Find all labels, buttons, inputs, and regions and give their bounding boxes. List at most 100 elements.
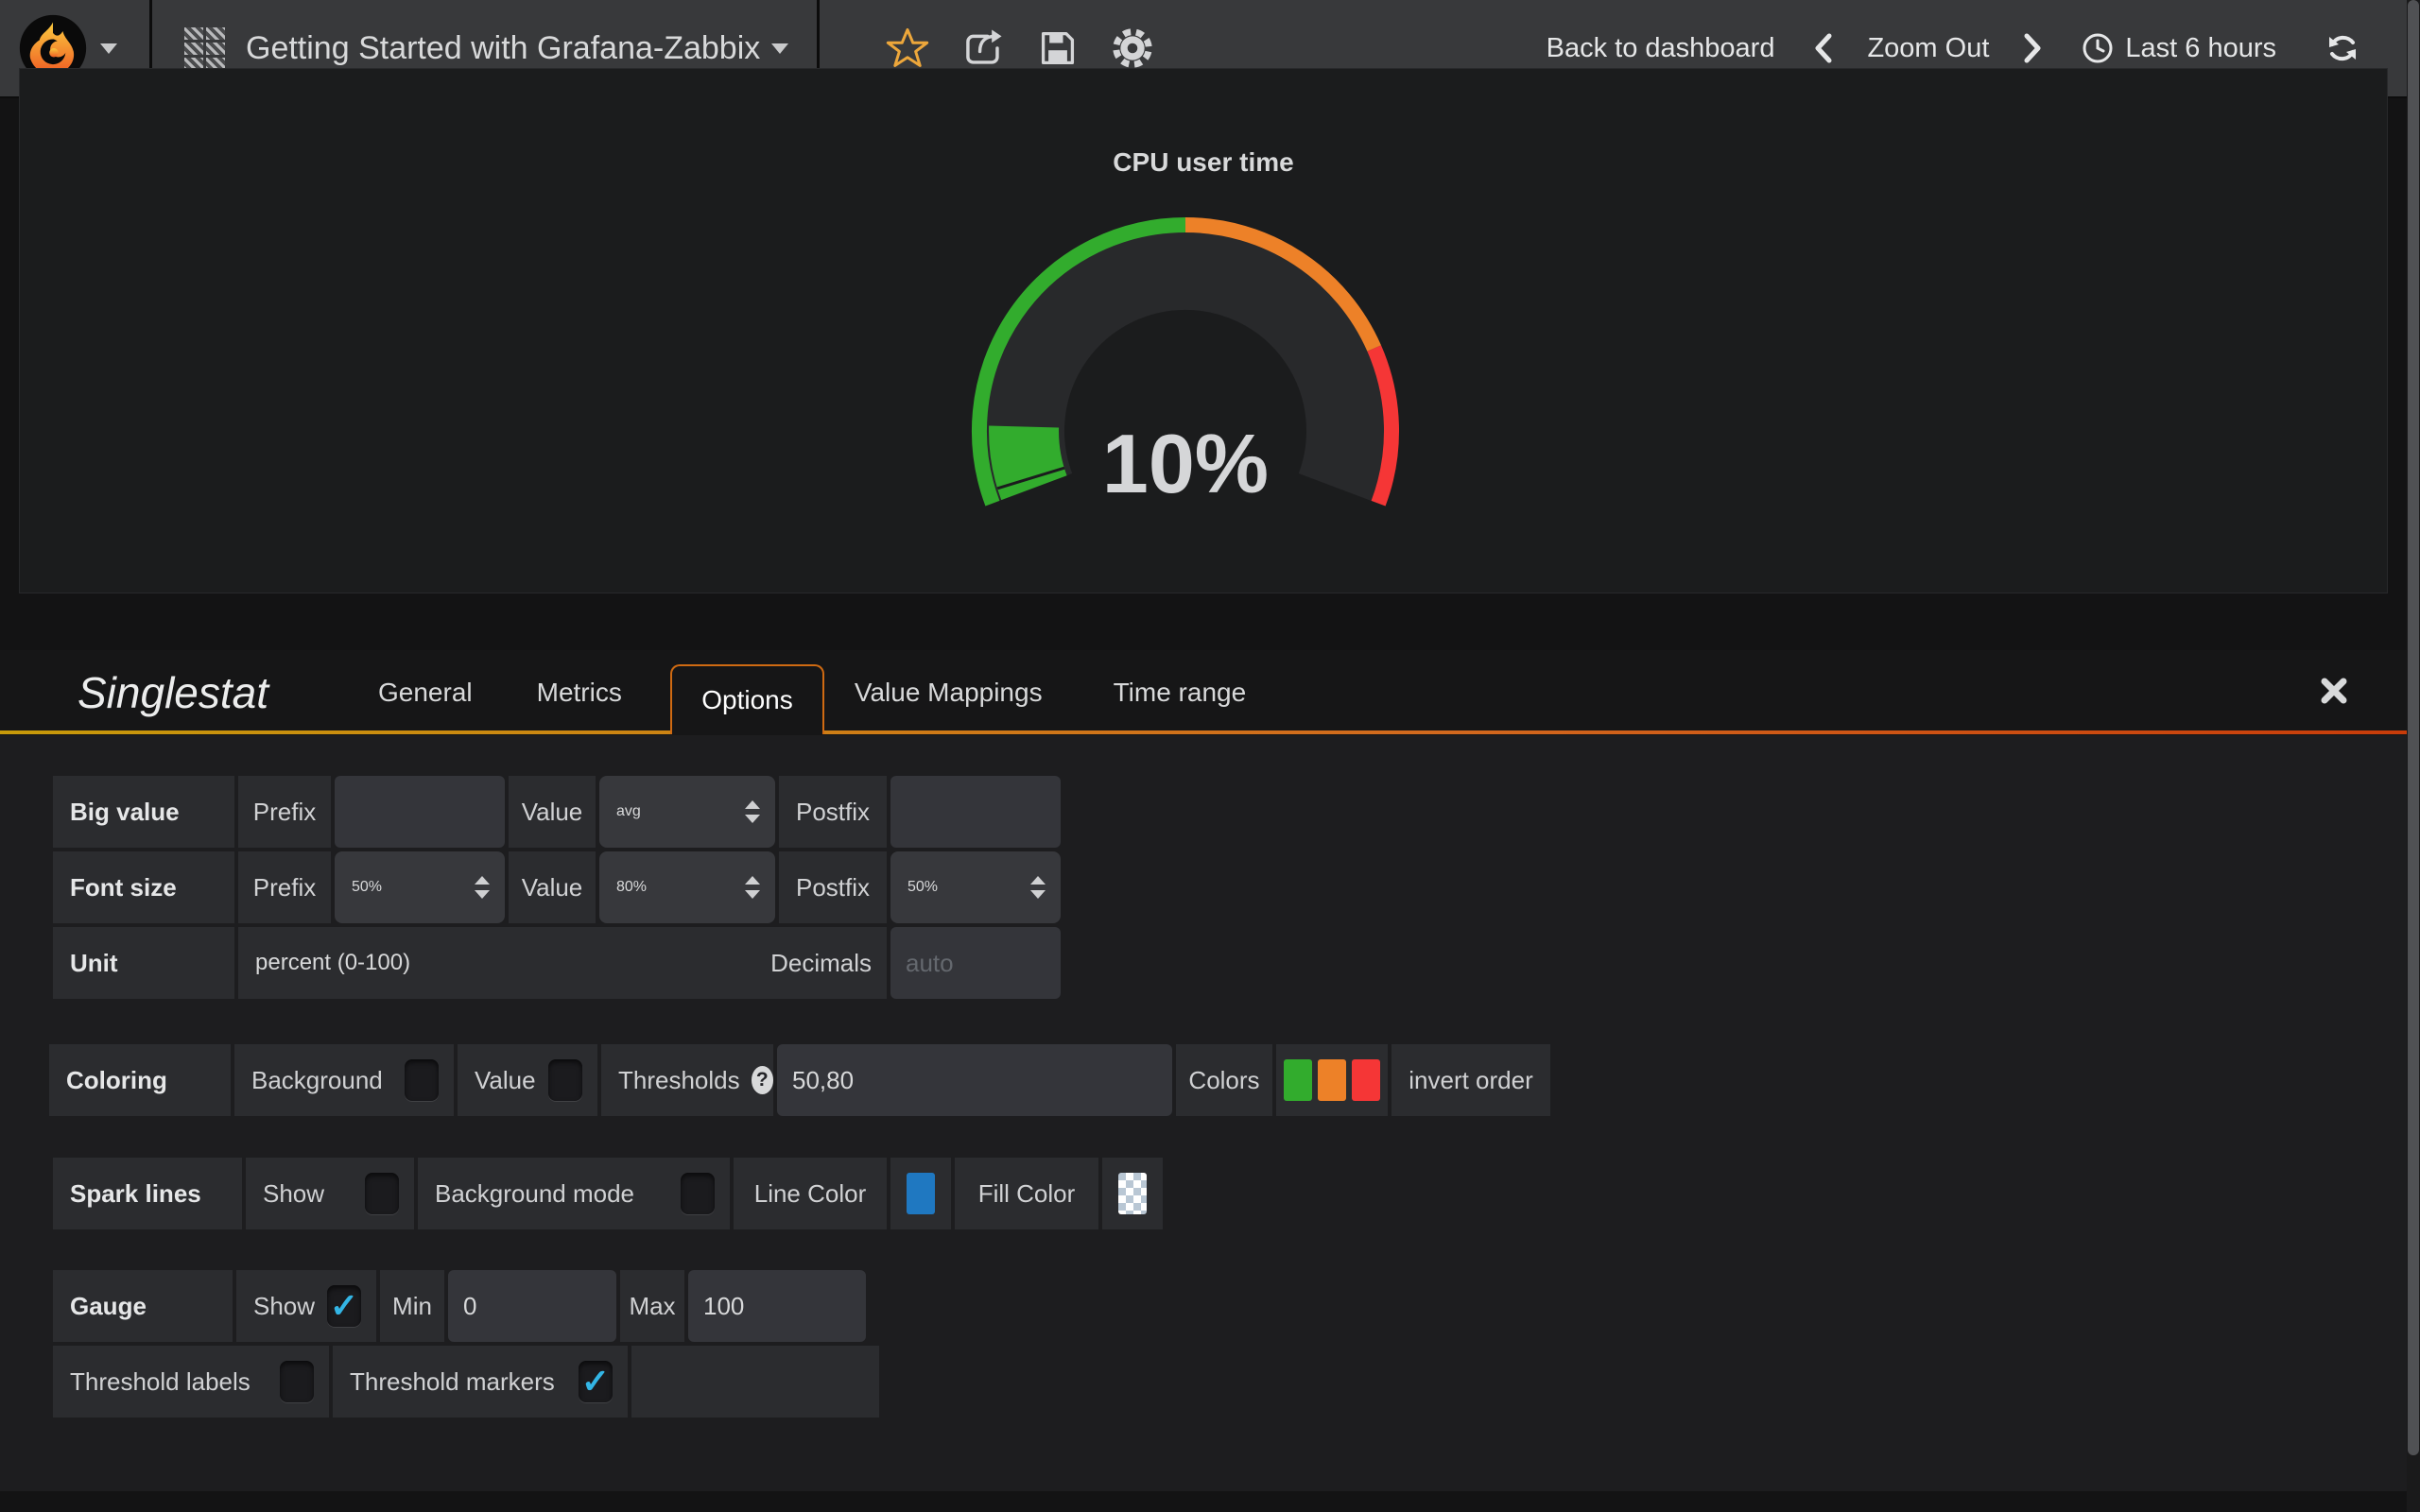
threshold-labels-cell: Threshold labels [53,1346,329,1418]
tab-time-range[interactable]: Time range [1091,678,1270,708]
scrollbar-thumb[interactable] [2408,0,2419,1455]
line-color-label: Line Color [734,1158,887,1229]
editor-panel-type: Singlestat [78,667,314,718]
refresh-icon[interactable] [2325,31,2360,65]
threshold-labels-label: Threshold labels [70,1367,251,1397]
value-size-select[interactable]: 80% [599,851,775,923]
font-size-row: Font size Prefix 50% Value 80% Postfix 5… [53,851,1061,923]
max-label: Max [620,1270,684,1342]
sparkline-show-cell: Show [246,1158,414,1229]
unit-label: Unit [53,927,234,999]
thresholds-help-icon[interactable]: ? [752,1066,773,1094]
thresholds-label: Thresholds [618,1066,740,1095]
close-editor-icon[interactable] [2318,675,2350,707]
share-icon[interactable] [961,26,1005,70]
coloring-value-cell: Value [458,1044,597,1116]
logo-dropdown-caret [100,43,117,54]
tab-underline [0,730,2407,734]
spark-lines-row: Spark lines Show Background mode Line Co… [53,1158,1163,1229]
background-mode-cell: Background mode [418,1158,730,1229]
dashboard-grid-icon [184,27,225,70]
threshold-markers-label: Threshold markers [350,1367,555,1397]
settings-gear-icon[interactable] [1111,26,1154,70]
spark-lines-block: Spark lines Show Background mode Line Co… [53,1158,1163,1233]
font-postfix-label: Postfix [779,851,887,923]
navbar-right: Back to dashboard Zoom Out Last 6 hours [1547,31,2360,65]
fill-color-cell [1102,1158,1163,1229]
star-icon[interactable] [886,26,929,70]
select-spinner-icon [1030,876,1046,899]
unit-cell: percent (0-100) Decimals [238,927,887,999]
line-color-swatch[interactable] [907,1173,935,1214]
gauge-show-checkbox[interactable] [327,1285,361,1327]
grafana-app: Getting Started with Grafana-Zabbix [0,0,2420,1512]
threshold-markers-cell: Threshold markers [333,1346,628,1418]
min-label: Min [380,1270,444,1342]
gauge-row: Gauge Show Min Max [53,1270,879,1342]
tab-value-mappings[interactable]: Value Mappings [832,678,1065,708]
thresholds-input[interactable] [777,1044,1172,1116]
gauge-show-cell: Show [236,1270,376,1342]
panel-editor-header: Singlestat General Metrics Value Mapping… [0,650,2407,735]
coloring-label: Coloring [49,1044,231,1116]
postfix-label: Postfix [779,776,887,848]
threshold-labels-checkbox[interactable] [280,1361,314,1402]
prefix-input[interactable] [335,776,505,848]
gauge-show-label: Show [253,1292,315,1321]
background-mode-checkbox[interactable] [681,1173,715,1214]
panel-title[interactable]: CPU user time [19,147,2388,178]
dashboard-actions [854,26,1154,70]
coloring-row: Coloring Background Value Thresholds ? C… [49,1044,1550,1116]
value-checkbox[interactable] [548,1059,582,1101]
dashboard-title: Getting Started with Grafana-Zabbix [246,30,760,67]
postfix-input[interactable] [890,776,1061,848]
threshold-color-orange-swatch[interactable] [1318,1059,1346,1101]
tab-options[interactable]: Options [670,664,824,734]
gauge-label: Gauge [53,1270,233,1342]
scrollbar-track[interactable] [2407,0,2420,1512]
big-value-label: Big value [53,776,234,848]
zoom-out-button[interactable]: Zoom Out [1867,33,1989,64]
fill-color-swatch[interactable] [1118,1173,1147,1214]
colors-label: Colors [1176,1044,1272,1116]
threshold-markers-checkbox[interactable] [579,1361,613,1402]
unit-picker[interactable]: percent (0-100) [255,950,410,976]
chevron-left-icon[interactable] [1812,31,1835,65]
font-prefix-label: Prefix [238,851,331,923]
background-mode-label: Background mode [435,1179,634,1209]
value-stat-selected: avg [616,803,641,820]
empty-cell [631,1346,879,1418]
colors-swatch-cell [1276,1044,1388,1116]
save-icon[interactable] [1037,27,1079,69]
sparkline-show-checkbox[interactable] [365,1173,399,1214]
background-checkbox[interactable] [405,1059,439,1101]
prefix-size-selected: 50% [352,879,382,896]
sparkline-show-label: Show [263,1179,324,1209]
coloring-value-label: Value [475,1066,536,1095]
max-input[interactable] [688,1270,866,1342]
fill-color-label: Fill Color [955,1158,1098,1229]
prefix-size-select[interactable]: 50% [335,851,505,923]
font-size-label: Font size [53,851,234,923]
invert-order-button[interactable]: invert order [1392,1044,1550,1116]
postfix-size-select[interactable]: 50% [890,851,1061,923]
line-color-cell [890,1158,951,1229]
value-stat-select[interactable]: avg [599,776,775,848]
tab-metrics[interactable]: Metrics [514,678,645,708]
tab-general[interactable]: General [355,678,495,708]
dashboard-picker[interactable]: Getting Started with Grafana-Zabbix [184,27,788,70]
font-value-label: Value [509,851,596,923]
select-spinner-icon [475,876,490,899]
threshold-color-red-swatch[interactable] [1352,1059,1380,1101]
chevron-right-icon[interactable] [2021,31,2044,65]
clock-icon [2082,32,2114,64]
select-spinner-icon [745,800,760,823]
coloring-background-cell: Background [234,1044,454,1116]
min-input[interactable] [448,1270,616,1342]
time-range-picker[interactable]: Last 6 hours [2125,33,2276,64]
value-label: Value [509,776,596,848]
threshold-color-green-swatch[interactable] [1284,1059,1312,1101]
decimals-input[interactable] [890,927,1061,999]
gauge-value: 10% [996,416,1374,512]
back-to-dashboard-link[interactable]: Back to dashboard [1547,33,1775,64]
